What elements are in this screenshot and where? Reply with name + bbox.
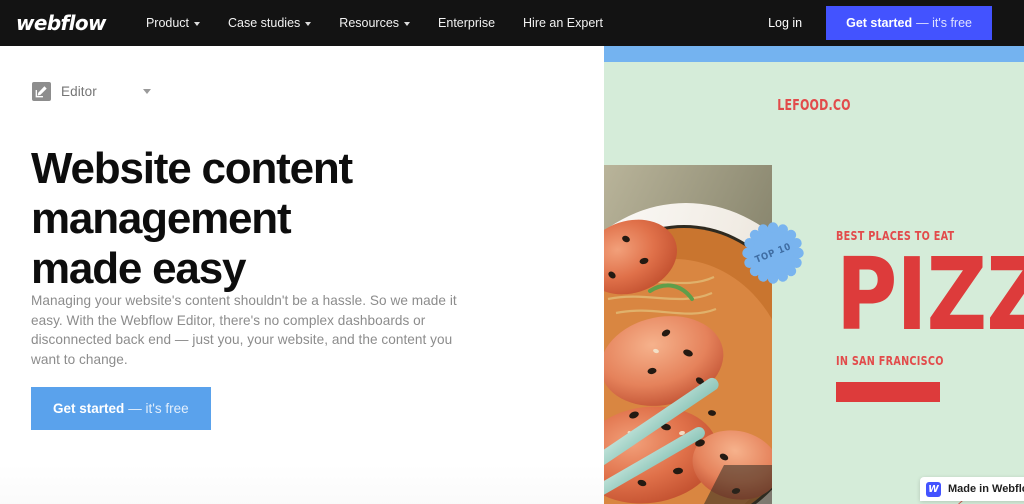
nav-item-resources-label: Resources — [339, 16, 400, 30]
nav-item-product[interactable]: Product — [132, 0, 214, 46]
page-title: Website content management made easy — [31, 144, 353, 293]
nav-item-hire-an-expert[interactable]: Hire an Expert — [509, 0, 617, 46]
chevron-down-icon — [305, 21, 312, 26]
preview-accent-bar — [836, 382, 940, 402]
chevron-down-icon — [194, 21, 201, 26]
nav-get-started-bold: Get started — [846, 16, 913, 30]
nav-get-started-button[interactable]: Get started — it's free — [826, 6, 992, 40]
preview-headline-word: PIZZ — [836, 236, 1024, 353]
bottom-fade-overlay — [0, 464, 604, 504]
primary-nav: Product Case studies Resources Enterpris… — [132, 0, 617, 46]
editor-eyebrow-label: Editor — [61, 84, 97, 99]
webflow-mark-icon: W — [926, 481, 941, 497]
nav-get-started-light: — it's free — [916, 16, 972, 30]
webflow-logo[interactable]: webflow — [16, 13, 107, 33]
editor-eyebrow[interactable]: Editor — [32, 82, 151, 101]
top-10-badge: TOP 10 — [741, 221, 805, 285]
hero-subcopy: Managing your website's content shouldn'… — [31, 293, 457, 367]
nav-item-resources[interactable]: Resources — [325, 0, 424, 46]
made-in-webflow-label: Made in Webflow — [948, 483, 1024, 495]
noodle-bowl-photo — [604, 165, 772, 504]
nav-actions: Log in Get started — it's free — [768, 0, 1024, 46]
page-root: webflow Product Case studies Resources E… — [0, 0, 1024, 504]
hero-left-panel: Editor Website content management made e… — [0, 46, 604, 504]
login-link[interactable]: Log in — [768, 16, 802, 30]
nav-item-enterprise-label: Enterprise — [438, 16, 496, 30]
edit-pencil-icon — [32, 82, 51, 101]
preview-editorial-block: BEST PLACES TO EAT PIZZ IN SAN FRANCISCO — [836, 228, 1024, 402]
nav-item-case-studies[interactable]: Case studies — [214, 0, 325, 46]
hero-get-started-light: — it's free — [128, 401, 189, 416]
preview-brand-logo: LEFOOD.CO — [777, 96, 851, 114]
preview-subkicker: IN SAN FRANCISCO — [836, 353, 944, 368]
hero-get-started-bold: Get started — [53, 401, 125, 416]
site-preview-panel: LEFOOD.CO TOP 10 BEST PLACES TO EAT PIZ … — [604, 46, 1024, 504]
top-navbar: webflow Product Case studies Resources E… — [0, 0, 1024, 46]
nav-item-hire-an-expert-label: Hire an Expert — [523, 16, 603, 30]
nav-item-case-studies-label: Case studies — [228, 16, 301, 30]
chevron-down-icon — [404, 21, 411, 26]
nav-item-enterprise[interactable]: Enterprise — [424, 0, 509, 46]
preview-top-bar — [604, 46, 1024, 62]
hero-get-started-button[interactable]: Get started — it's free — [31, 387, 211, 430]
chevron-down-icon[interactable] — [142, 89, 151, 94]
nav-item-product-label: Product — [145, 16, 190, 30]
made-in-webflow-badge[interactable]: W Made in Webflow — [920, 477, 1024, 501]
